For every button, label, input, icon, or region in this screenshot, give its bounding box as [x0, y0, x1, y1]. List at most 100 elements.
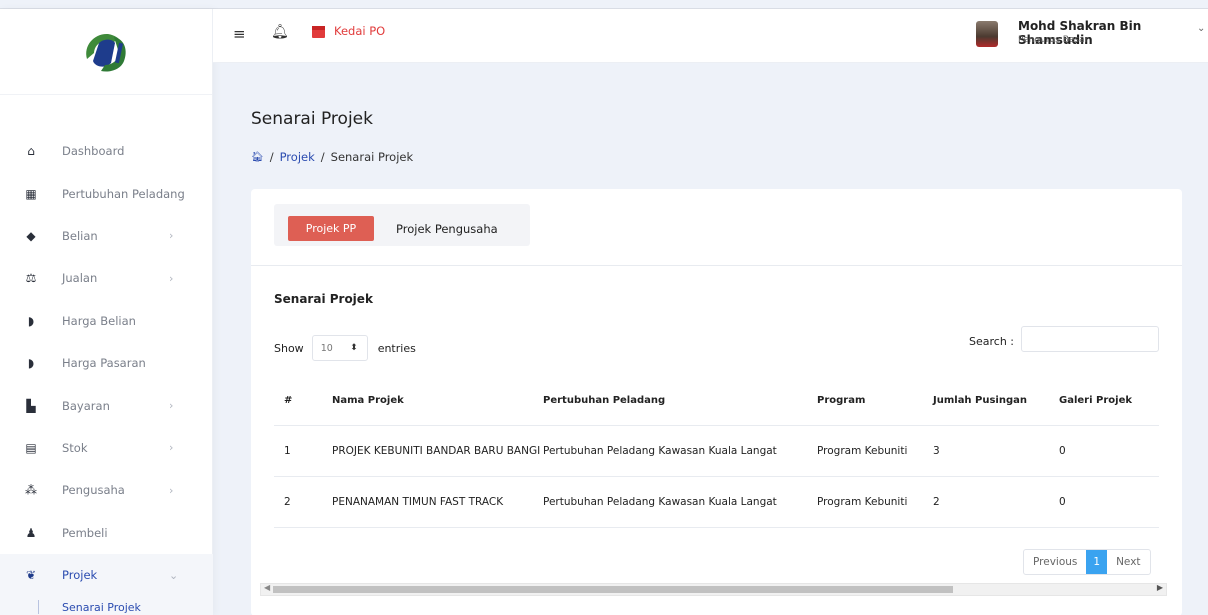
sidebar-item-label: Pertubuhan Peladang	[62, 186, 185, 201]
breadcrumb-separator: /	[269, 150, 274, 164]
sidebar-menu: ⌂ Dashboard ▦ Pertubuhan Peladang ◆ Beli…	[0, 130, 213, 615]
column-header[interactable]: Pertubuhan Peladang	[543, 377, 817, 426]
show-label: Show	[274, 341, 304, 355]
chevron-right-icon: ›	[169, 483, 174, 497]
home-icon[interactable]: 🏠︎	[251, 152, 264, 163]
table-cell: PROJEK KEBUNITI BANDAR BARU BANGI	[332, 425, 543, 477]
breadcrumb-current: Senarai Projek	[330, 150, 414, 164]
topbar: ≡ 🔔︎ Kedai PO Mohd Shakran Bin Shamsudin…	[213, 9, 1208, 63]
column-header[interactable]: #	[274, 377, 332, 426]
leaf-icon: ❦	[25, 568, 37, 583]
tab-projek-pp[interactable]: Projek PP	[288, 216, 374, 241]
sidebar-item-pembeli[interactable]: ♟ Pembeli	[0, 512, 213, 554]
scroll-left-icon[interactable]: ◀	[264, 583, 270, 592]
logo-area	[0, 9, 212, 95]
table-cell: Program Kebuniti	[817, 476, 933, 528]
pagination-previous[interactable]: Previous	[1024, 550, 1086, 574]
table-cell: 0	[1059, 476, 1159, 528]
users-icon: ⁂	[25, 483, 37, 498]
basket-icon: ◆	[26, 228, 36, 243]
entries-value: 10	[320, 342, 333, 354]
avatar[interactable]	[976, 21, 998, 47]
chevron-down-icon: ⌄	[169, 568, 179, 582]
tab-projek-pengusaha[interactable]: Projek Pengusaha	[396, 216, 498, 241]
divider	[251, 265, 1182, 266]
store-icon	[312, 26, 325, 38]
pagination-next[interactable]: Next	[1107, 550, 1149, 574]
sidebar-item-stok[interactable]: ▤ Stok ›	[0, 427, 213, 469]
user-icon: ♟	[25, 525, 37, 540]
hamburger-icon[interactable]: ≡	[233, 25, 246, 43]
table-cell: 3	[933, 425, 1059, 477]
tab-bar: Projek PP Projek Pengusaha	[274, 204, 530, 246]
box-icon: ▤	[25, 440, 37, 455]
sidebar-item-jualan[interactable]: ⚖ Jualan ›	[0, 257, 213, 299]
sidebar-item-label: Projek	[62, 568, 98, 583]
sort-arrows-icon: ⬍	[350, 343, 358, 353]
sidebar-item-dashboard[interactable]: ⌂ Dashboard	[0, 130, 213, 172]
table-cell: Pertubuhan Peladang Kawasan Kuala Langat	[543, 476, 817, 528]
column-header[interactable]: Jumlah Pusingan	[933, 377, 1059, 426]
table-header-row: # Nama Projek Pertubuhan Peladang Progra…	[274, 377, 1159, 426]
table-cell: 1	[274, 425, 332, 477]
building-icon: ▦	[25, 186, 37, 201]
sidebar-item-label: Jualan	[62, 271, 98, 286]
entries-select[interactable]: 10 ⬍	[311, 335, 368, 361]
sidebar-item-belian[interactable]: ◆ Belian ›	[0, 215, 213, 257]
sidebar-item-pertubuhan-peladang[interactable]: ▦ Pertubuhan Peladang	[0, 172, 213, 214]
sidebar-item-label: Pengusaha	[62, 483, 125, 498]
column-header[interactable]: Program	[817, 377, 933, 426]
search-input[interactable]	[1021, 326, 1159, 352]
horizontal-scrollbar[interactable]: ◀ ▶	[260, 583, 1167, 596]
chevron-right-icon: ›	[169, 229, 174, 243]
bank-icon: ▙	[26, 398, 36, 413]
sidebar: ⌂ Dashboard ▦ Pertubuhan Peladang ◆ Beli…	[0, 9, 213, 615]
sidebar-item-projek[interactable]: ❦ Projek ⌄	[0, 553, 213, 597]
chevron-right-icon: ›	[169, 441, 174, 455]
sidebar-item-pengusaha[interactable]: ⁂ Pengusaha ›	[0, 469, 213, 511]
chevron-down-icon[interactable]: ⌄	[1197, 23, 1205, 34]
chevron-right-icon: ›	[169, 399, 174, 413]
store-link[interactable]: Kedai PO	[334, 24, 385, 38]
scroll-right-icon[interactable]: ▶	[1157, 583, 1163, 592]
table-row[interactable]: 2 PENANAMAN TIMUN FAST TRACK Pertubuhan …	[274, 476, 1159, 528]
sidebar-item-harga-belian[interactable]: ◗ Harga Belian	[0, 300, 213, 342]
table-row[interactable]: 1 PROJEK KEBUNITI BANDAR BARU BANGI Pert…	[274, 425, 1159, 477]
pagination-page-1[interactable]: 1	[1086, 550, 1108, 574]
table-cell: PENANAMAN TIMUN FAST TRACK	[332, 476, 543, 528]
page-title: Senarai Projek	[251, 109, 373, 129]
chevron-right-icon: ›	[169, 271, 174, 285]
breadcrumb: 🏠︎ / Projek / Senarai Projek	[251, 150, 413, 164]
sidebar-item-harga-pasaran[interactable]: ◗ Harga Pasaran	[0, 342, 213, 384]
sidebar-subitem-label: Senarai Projek	[62, 600, 141, 614]
user-role: Pengurus Besar	[1018, 35, 1089, 45]
search-label: Search :	[969, 335, 1014, 348]
column-header[interactable]: Galeri Projek	[1059, 377, 1159, 426]
pelabang-logo[interactable]	[81, 29, 131, 75]
scale-icon: ⚖	[25, 271, 37, 286]
sidebar-item-label: Harga Pasaran	[62, 356, 146, 371]
pagination: Previous 1 Next	[1023, 549, 1151, 575]
projects-table: # Nama Projek Pertubuhan Peladang Progra…	[274, 377, 1159, 528]
table-cell: 0	[1059, 425, 1159, 477]
table-cell: 2	[274, 476, 332, 528]
sidebar-item-bayaran[interactable]: ▙ Bayaran ›	[0, 384, 213, 426]
sidebar-item-label: Pembeli	[62, 525, 108, 540]
sidebar-item-label: Stok	[62, 440, 88, 455]
scrollbar-thumb[interactable]	[273, 586, 953, 593]
sidebar-item-label: Belian	[62, 228, 98, 243]
breadcrumb-link-projek[interactable]: Projek	[280, 150, 315, 164]
table-cell: Pertubuhan Peladang Kawasan Kuala Langat	[543, 425, 817, 477]
home-icon: ⌂	[27, 144, 35, 159]
entries-label: entries	[377, 341, 416, 355]
content-card: Projek PP Projek Pengusaha Senarai Proje…	[251, 189, 1182, 615]
tag-icon: ◗	[27, 313, 35, 328]
entries-control: Show 10 ⬍ entries	[274, 335, 416, 361]
sidebar-item-label: Dashboard	[62, 144, 125, 159]
column-header[interactable]: Nama Projek	[332, 377, 543, 426]
bell-icon[interactable]: 🔔︎	[271, 24, 289, 40]
table-cell: 2	[933, 476, 1059, 528]
app-frame: ⌂ Dashboard ▦ Pertubuhan Peladang ◆ Beli…	[0, 8, 1208, 615]
sidebar-subitem-senarai-projek[interactable]: Senarai Projek	[0, 596, 213, 615]
table-cell: Program Kebuniti	[817, 425, 933, 477]
